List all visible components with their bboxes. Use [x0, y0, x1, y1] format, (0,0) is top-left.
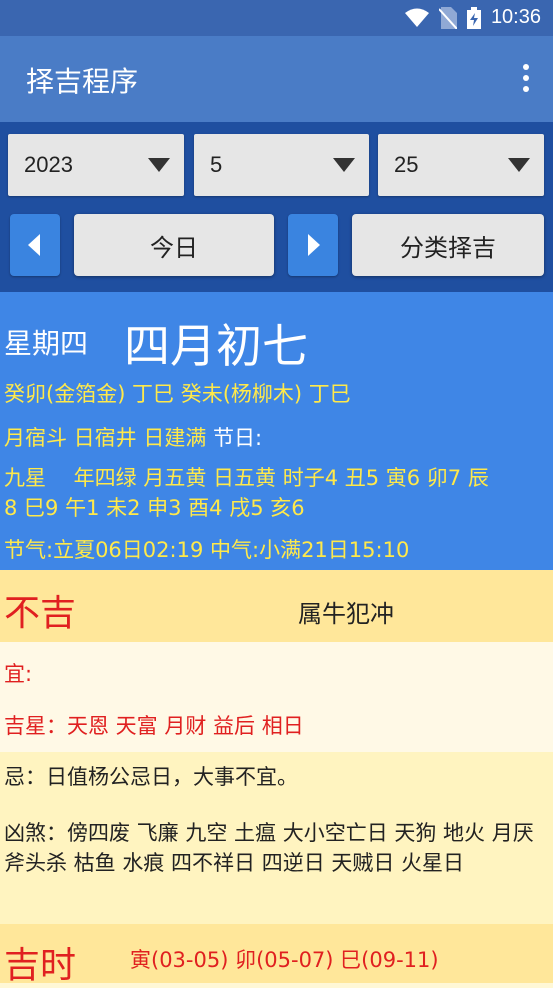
chevron-left-icon: [28, 234, 40, 256]
lucky-hours-label: 吉时: [4, 945, 77, 986]
chevron-down-icon: [148, 158, 170, 172]
chevron-down-icon: [508, 158, 530, 172]
lunar-date: 四月初七: [124, 319, 308, 373]
no-sim-icon: [438, 6, 457, 29]
year-select[interactable]: 2023: [8, 134, 184, 196]
nine-star-line-1: 九星 年四绿 月五黄 日五黄 时子4 丑5 寅6 卯7 辰: [4, 466, 489, 490]
previous-day-button[interactable]: [10, 214, 60, 276]
month-select[interactable]: 5: [194, 134, 369, 196]
lucky-stars-line: 吉星：天恩 天富 月财 益后 相日: [4, 714, 304, 738]
nine-star-line-2: 8 巳9 午1 未2 申3 酉4 戌5 亥6: [4, 496, 305, 520]
status-icons: 10:36: [404, 6, 541, 29]
mansion-text: 月宿斗 日宿井 日建满: [4, 426, 207, 450]
lucky-hours-list: 寅(03-05) 卯(05-07) 巳(09-11): [130, 948, 439, 972]
weekday: 星期四: [4, 327, 89, 360]
mansion-line: 月宿斗 日宿井 日建满 节日:: [4, 422, 262, 452]
avoid-line: 忌：日值杨公忌日，大事不宜。: [4, 765, 298, 789]
day-select[interactable]: 25: [378, 134, 544, 196]
suitable-line: 宜:: [4, 658, 32, 688]
app-title: 择吉程序: [26, 65, 139, 98]
day-info-panel: 星期四 四月初七 癸卯(金箔金) 丁巳 癸未(杨柳木) 丁巳 月宿斗 日宿井 日…: [0, 292, 553, 570]
solar-terms-line: 节气:立夏06日02:19 中气:小满21日15:10: [4, 538, 410, 562]
day-value: 25: [394, 152, 419, 177]
zodiac-clash: 属牛犯冲: [298, 600, 394, 628]
avoid-section: 忌：日值杨公忌日，大事不宜。 凶煞：傍四废 飞廉 九空 土瘟 大小空亡日 天狗 …: [0, 752, 553, 924]
month-value: 5: [210, 152, 223, 177]
clock-time: 10:36: [490, 6, 541, 28]
suitable-section: 宜: 吉星：天恩 天富 月财 益后 相日: [0, 642, 553, 752]
today-button[interactable]: 今日: [74, 214, 274, 276]
year-value: 2023: [24, 152, 73, 177]
festival-label: 节日:: [213, 426, 263, 450]
more-vert-icon[interactable]: [523, 64, 531, 92]
wifi-icon: [404, 8, 429, 27]
date-controls: 2023 5 25 今日 分类择吉: [0, 122, 553, 292]
lucky-hours-row: 吉时 寅(03-05) 卯(05-07) 巳(09-11): [0, 924, 553, 986]
app-bar: 择吉程序: [0, 36, 553, 122]
category-select-button[interactable]: 分类择吉: [352, 214, 544, 276]
suitable-label: 宜:: [4, 662, 33, 686]
ganzhi-line: 癸卯(金箔金) 丁巳 癸未(杨柳木) 丁巳: [4, 382, 351, 406]
verdict-row: 不吉 属牛犯冲: [0, 570, 553, 642]
next-day-button[interactable]: [288, 214, 338, 276]
chevron-down-icon: [333, 158, 355, 172]
evil-stars-line: 凶煞：傍四废 飞廉 九空 土瘟 大小空亡日 天狗 地火 月厌 斧头杀 枯鱼 水痕…: [4, 821, 534, 875]
battery-charging-icon: [466, 6, 481, 29]
verdict-label: 不吉: [4, 593, 77, 634]
chevron-right-icon: [308, 234, 320, 256]
status-bar: 10:36: [0, 0, 553, 36]
